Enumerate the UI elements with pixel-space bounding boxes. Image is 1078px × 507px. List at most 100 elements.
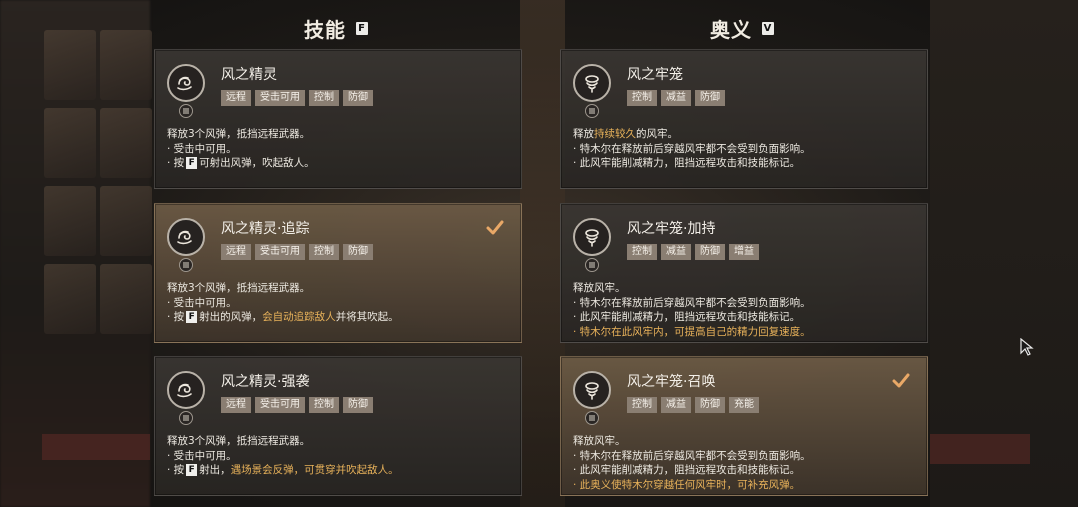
background-figure (520, 0, 565, 507)
description-line: · 受击中可用。 (167, 142, 237, 155)
tag: 减益 (661, 90, 691, 106)
key-badge: F (186, 464, 198, 476)
line-text: 可射出风弹，吹起敌人。 (199, 157, 315, 169)
tag: 控制 (627, 244, 657, 260)
tag: 远程 (221, 244, 251, 260)
card-title: 风之牢笼·加持 (627, 221, 716, 237)
background-button (42, 434, 150, 460)
tag-list: 控制 减益 防御 充能 (627, 397, 759, 413)
card-description: 释放3个风弹，抵挡远程武器。 · 受击中可用。 · 按 F 可射出风弹，吹起敌人。 (167, 127, 315, 171)
tag-list: 控制 减益 防御 增益 (627, 244, 759, 260)
description-line: · 特木尔在释放前后穿越风牢都不会受到负面影响。 (573, 449, 811, 462)
background-portrait (44, 264, 96, 334)
line-text: · 按 (167, 311, 185, 323)
highlight-text: 遇场景会反弹，可贯穿并吹起敌人。 (230, 464, 399, 476)
ultimates-header: 奥义 V (710, 14, 774, 43)
tag: 防御 (695, 397, 725, 413)
tag: 控制 (309, 244, 339, 260)
ultimates-card[interactable]: 风之牢笼·加持 控制 减益 防御 增益 释放风牢。 · 特木尔在释放前后穿越风牢都不会受到负… (560, 203, 928, 343)
line-text: 的风牢。 (636, 128, 678, 140)
description-line: · 按 F 可射出风弹，吹起敌人。 (167, 156, 315, 171)
description-line: · 此风牢能削减精力，阻挡远程攻击和技能标记。 (573, 464, 801, 476)
skill-icon-wrap (167, 64, 207, 118)
card-title: 风之牢笼 (627, 67, 683, 83)
line-text: 并将其吹起。 (335, 311, 399, 323)
skills-card[interactable]: 风之精灵 远程 受击可用 控制 防御 释放3个风弹，抵挡远程武器。 · 受击中可用。 · 按F… (154, 49, 522, 189)
background-portrait (100, 186, 152, 256)
tag: 防御 (343, 90, 373, 106)
menu-lines-icon (585, 104, 599, 118)
skill-icon-wrap (167, 218, 207, 272)
ultimates-title: 奥义 (710, 18, 752, 42)
skill-icon-wrap (573, 218, 613, 272)
background-portrait (44, 108, 96, 178)
tag: 控制 (309, 397, 339, 413)
menu-lines-icon (179, 104, 193, 118)
tag: 减益 (661, 244, 691, 260)
checkmark-icon (891, 371, 911, 391)
description-line: · 此风牢能削减精力，阻挡远程攻击和技能标记。 (573, 157, 801, 169)
tag: 增益 (729, 244, 759, 260)
card-title: 风之精灵·追踪 (221, 221, 310, 237)
highlight-text: 会自动追踪敌人 (262, 311, 336, 323)
tag: 受击可用 (255, 244, 305, 260)
key-badge: F (186, 311, 198, 323)
card-title: 风之精灵·强袭 (221, 374, 310, 390)
card-title: 风之牢笼·召唤 (627, 374, 716, 390)
tag: 受击可用 (255, 90, 305, 106)
description-line: · 特木尔在此风牢内，可提高自己的精力回复速度。 (573, 325, 811, 338)
description-line: 释放3个风弹，抵挡远程武器。 (167, 128, 311, 140)
background-portrait (44, 186, 96, 256)
wind-cage-icon (573, 371, 611, 409)
tag: 防御 (343, 244, 373, 260)
line-text: · 按 (167, 157, 185, 169)
line-text: 释放 (573, 128, 594, 140)
skill-icon-wrap (573, 64, 613, 118)
description-line: · 按 F 射出，遇场景会反弹，可贯穿并吹起敌人。 (167, 463, 399, 478)
skills-card[interactable]: 风之精灵·强袭 远程 受击可用 控制 防御 释放3个风弹，抵挡远程武器。 · 受击中可用。 ·… (154, 356, 522, 496)
description-line: · 受击中可用。 (167, 449, 237, 462)
tag: 远程 (221, 397, 251, 413)
description-line: 释放3个风弹，抵挡远程武器。 (167, 435, 311, 447)
tag-list: 控制 减益 防御 (627, 90, 725, 106)
card-description: 释放3个风弹，抵挡远程武器。 · 受击中可用。 · 按 F 射出，遇场景会反弹，可贯穿并… (167, 434, 399, 478)
menu-lines-icon (179, 258, 193, 272)
skills-header: 技能 F (304, 14, 368, 43)
wind-spirit-icon (167, 218, 205, 256)
description-line: · 此风牢能削减精力，阻挡远程攻击和技能标记。 (573, 311, 801, 323)
line-text: · 按 (167, 464, 185, 476)
tag-list: 远程 受击可用 控制 防御 (221, 244, 373, 260)
key-badge: F (186, 157, 198, 169)
skills-card[interactable]: 风之精灵·追踪 远程 受击可用 控制 防御 释放3个风弹，抵挡远程武器。 · 受击中可用。 ·… (154, 203, 522, 343)
description-line: 释放风牢。 (573, 282, 626, 294)
tag: 远程 (221, 90, 251, 106)
tag-list: 远程 受击可用 控制 防御 (221, 397, 373, 413)
ultimates-card[interactable]: 风之牢笼·召唤控制 减益 防御 充能释放风牢。 · 特木尔在释放前后穿越风牢都不会受到负… (560, 356, 928, 496)
tag: 防御 (343, 397, 373, 413)
card-description: 释放风牢。 · 特木尔在释放前后穿越风牢都不会受到负面影响。 · 此风牢能削减精力，… (573, 281, 811, 339)
wind-cage-icon (573, 218, 611, 256)
checkmark-icon (485, 218, 505, 238)
background-portrait (44, 30, 96, 100)
description-line: 释放风牢。 (573, 435, 626, 447)
line-text: 射出， (199, 464, 231, 476)
tag: 防御 (695, 244, 725, 260)
ultimates-key-badge: V (762, 22, 774, 35)
background-button (930, 434, 1030, 464)
ultimates-card[interactable]: 风之牢笼 控制 减益 防御 释放持续较久的风牢。 · 特木尔在释放前后穿越风牢都不会受到负… (560, 49, 928, 189)
background-portrait (100, 30, 152, 100)
skills-title: 技能 (304, 18, 346, 42)
background-portrait (100, 264, 152, 334)
tag: 受击可用 (255, 397, 305, 413)
description-line: · 特木尔在释放前后穿越风牢都不会受到负面影响。 (573, 296, 811, 309)
highlight-text: 持续较久 (594, 128, 636, 140)
card-description: 释放3个风弹，抵挡远程武器。 · 受击中可用。 · 按 F 射出的风弹，会自动追踪敌人并… (167, 281, 399, 325)
tag: 控制 (309, 90, 339, 106)
background-info-panel (930, 0, 1078, 507)
description-line: · 此奥义使特木尔穿越任何风牢时，可补充风弹。 (573, 478, 801, 491)
tag: 控制 (627, 90, 657, 106)
menu-lines-icon (179, 411, 193, 425)
line-text: 射出的风弹， (199, 311, 263, 323)
menu-lines-icon (585, 258, 599, 272)
card-title: 风之精灵 (221, 67, 277, 83)
